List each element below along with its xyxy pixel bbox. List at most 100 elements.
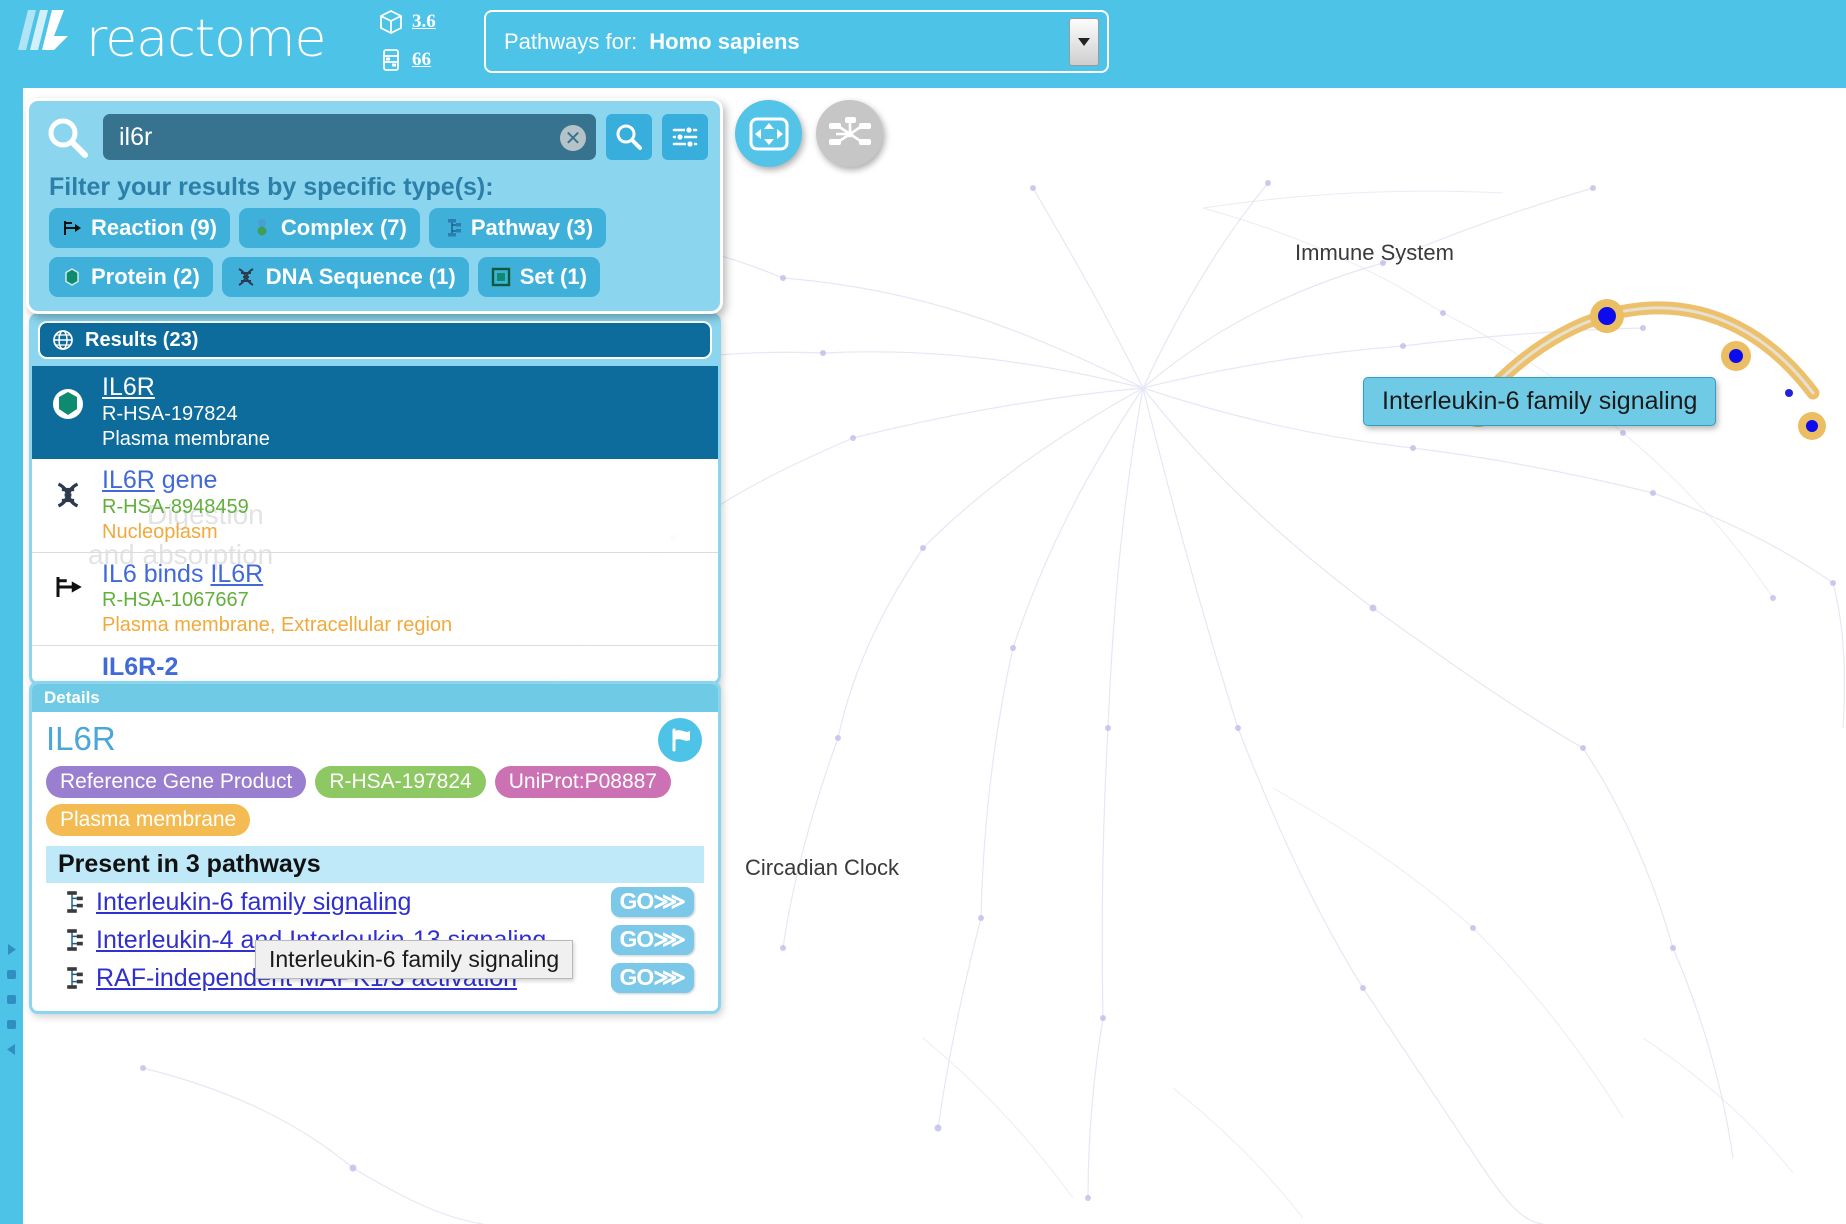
result-title-link[interactable]: IL6R xyxy=(210,560,263,588)
species-selector-label: Pathways for: xyxy=(504,29,637,55)
left-rail-controls xyxy=(5,943,18,1061)
result-item-il6-binds-il6r[interactable]: IL6 binds IL6R R-HSA-1067667 Plasma memb… xyxy=(32,553,718,647)
facet-chip-set[interactable]: Set (1) xyxy=(478,257,600,297)
facet-chips: Reaction (9) Complex (7) Pathway (3) xyxy=(49,208,708,297)
search-icon xyxy=(615,123,643,151)
result-title-prefix: IL6 binds xyxy=(102,560,210,588)
pathway-node-small xyxy=(1785,389,1793,397)
result-compartment: Plasma membrane xyxy=(102,427,708,452)
data-version-link[interactable]: 66 xyxy=(412,49,431,71)
search-icon xyxy=(41,111,93,163)
result-stable-id: R-HSA-1067667 xyxy=(102,588,708,613)
caret-right-icon[interactable] xyxy=(5,943,18,961)
pathway-node-mid-1 xyxy=(1590,299,1624,333)
result-title-prefix: IL6R-2 xyxy=(102,653,178,681)
results-header: Results (23) xyxy=(32,316,718,366)
pathway-icon xyxy=(60,928,84,952)
protein-icon xyxy=(48,373,88,421)
square-handle-icon[interactable] xyxy=(5,968,18,986)
sliders-icon xyxy=(671,123,699,151)
flag-icon xyxy=(667,727,693,753)
reaction-icon xyxy=(48,560,88,600)
badge-stable-id[interactable]: R-HSA-197824 xyxy=(315,766,485,798)
badge-uniprot[interactable]: UniProt:P08887 xyxy=(495,766,671,798)
result-stable-id: R-HSA-8948459 xyxy=(102,495,708,520)
result-icon-placeholder xyxy=(48,653,88,667)
badge-compartment[interactable]: Plasma membrane xyxy=(46,804,250,836)
pathway-node-mid-2 xyxy=(1721,341,1751,371)
result-title[interactable]: IL6 binds IL6R xyxy=(102,560,263,588)
pathway-link[interactable]: Interleukin-6 family signaling xyxy=(96,888,411,917)
pathway-row-interleukin-6[interactable]: Interleukin-6 family signaling GO⋙ xyxy=(46,883,704,921)
fit-to-screen-icon xyxy=(749,117,789,151)
go-button[interactable]: GO⋙ xyxy=(611,887,695,917)
dna-icon xyxy=(48,466,88,510)
details-badges-row2: Plasma membrane xyxy=(46,804,704,836)
result-compartment: Plasma membrane, Extracellular region xyxy=(102,613,708,638)
clear-search-icon[interactable]: ✕ xyxy=(560,125,586,151)
pathway-hover-tooltip: Interleukin-6 family signaling xyxy=(255,940,573,979)
badge-reference-gene-product[interactable]: Reference Gene Product xyxy=(46,766,306,798)
network-layout-icon xyxy=(828,115,872,153)
results-panel: Results (23) IL6R R-HSA-197824 Plasma me… xyxy=(29,313,721,685)
reactome-wordmark: reactome xyxy=(86,6,326,72)
facet-chip-dna-sequence[interactable]: DNA Sequence (1) xyxy=(222,257,469,297)
diagram-label-circadian-clock: Circadian Clock xyxy=(745,855,899,881)
dna-icon xyxy=(235,267,257,287)
reactome-logo-icon xyxy=(14,6,80,72)
facet-chip-protein[interactable]: Protein (2) xyxy=(49,257,213,297)
flag-button[interactable] xyxy=(658,718,702,762)
pathway-node-selected xyxy=(1798,412,1826,440)
search-input[interactable] xyxy=(103,114,596,160)
go-button[interactable]: GO⋙ xyxy=(611,925,695,955)
release-version-row: 3.6 xyxy=(378,6,436,38)
app-header: reactome 3.6 xyxy=(0,0,1846,88)
database-icon xyxy=(378,47,404,73)
square-handle-icon[interactable] xyxy=(5,1018,18,1036)
network-layout-button[interactable] xyxy=(816,100,883,167)
result-item-il6r-protein[interactable]: IL6R R-HSA-197824 Plasma membrane xyxy=(32,366,718,459)
result-item-il6r-gene[interactable]: Digestion and absorption IL6R gene R-HSA… xyxy=(32,459,718,553)
release-version-link[interactable]: 3.6 xyxy=(412,11,436,33)
details-panel-label: Details xyxy=(32,684,718,712)
result-stable-id: R-HSA-197824 xyxy=(102,402,708,427)
result-title[interactable]: IL6R gene xyxy=(102,466,217,494)
chevron-down-icon[interactable] xyxy=(1069,18,1099,66)
result-title[interactable]: IL6R xyxy=(102,373,155,401)
facet-chip-label: Complex (7) xyxy=(281,215,407,241)
protein-icon xyxy=(62,267,82,287)
present-in-pathways-header: Present in 3 pathways xyxy=(46,846,704,883)
search-panel: ✕ Filter your results by sp xyxy=(26,98,723,314)
cube-icon xyxy=(378,9,404,35)
caret-left-icon[interactable] xyxy=(5,1043,18,1061)
globe-icon xyxy=(52,329,74,351)
complex-icon xyxy=(252,218,272,238)
square-handle-icon[interactable] xyxy=(5,993,18,1011)
facet-chip-reaction[interactable]: Reaction (9) xyxy=(49,208,230,248)
result-title-link[interactable]: IL6R xyxy=(102,466,155,494)
species-selector-value: Homo sapiens xyxy=(649,29,799,55)
pathway-icon xyxy=(442,218,462,238)
facet-chip-pathway[interactable]: Pathway (3) xyxy=(429,208,606,248)
filter-title: Filter your results by specific type(s): xyxy=(49,173,708,202)
set-icon xyxy=(491,267,511,287)
search-options-button[interactable] xyxy=(662,114,708,160)
result-title[interactable]: IL6R-2 xyxy=(102,653,178,681)
fit-to-screen-button[interactable] xyxy=(735,100,802,167)
species-selector[interactable]: Pathways for: Homo sapiens xyxy=(484,10,1109,73)
go-button[interactable]: GO⋙ xyxy=(611,963,695,993)
results-header-label: Results (23) xyxy=(85,329,198,352)
facet-chip-label: Protein (2) xyxy=(91,264,200,290)
diagram-label-immune-system: Immune System xyxy=(1295,240,1454,266)
result-title-link[interactable]: IL6R xyxy=(102,373,155,401)
search-submit-button[interactable] xyxy=(606,114,652,160)
diagram-hover-tooltip: Interleukin-6 family signaling xyxy=(1363,377,1716,426)
facet-chip-complex[interactable]: Complex (7) xyxy=(239,208,420,248)
facet-chip-label: Reaction (9) xyxy=(91,215,217,241)
search-row: ✕ xyxy=(41,111,708,163)
reaction-icon xyxy=(62,218,82,238)
result-item-il6r-2[interactable]: IL6R-2 xyxy=(32,646,718,682)
reactome-logo[interactable]: reactome xyxy=(14,6,326,72)
details-title: IL6R xyxy=(46,720,704,758)
facet-chip-label: Set (1) xyxy=(520,264,587,290)
